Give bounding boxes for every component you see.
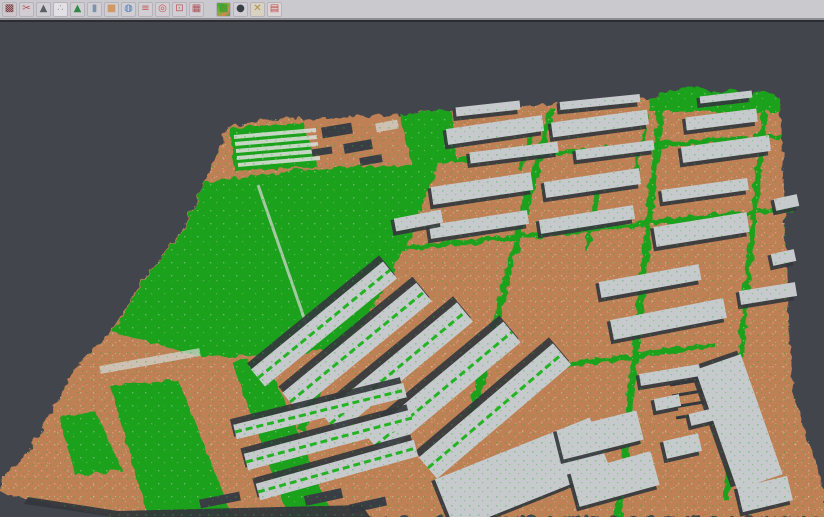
clip-volume-icon[interactable]: ▩ (2, 2, 17, 17)
3d-viewport[interactable] (0, 22, 824, 517)
cross-section-icon[interactable]: ✂ (19, 2, 34, 17)
dark-sphere-icon[interactable]: ● (233, 2, 248, 17)
terrain-model-icon[interactable]: ▲ (36, 2, 51, 17)
flag-report-icon[interactable]: ▤ (267, 2, 282, 17)
target-settings-icon[interactable]: ◎ (155, 2, 170, 17)
green-terrain-icon[interactable]: ▲ (70, 2, 85, 17)
classification-colormap-icon[interactable]: ▩ (216, 2, 231, 17)
ortho-image-icon[interactable]: ■ (104, 2, 119, 17)
layer-list-icon[interactable]: ≡ (138, 2, 153, 17)
classification-noise (0, 22, 824, 517)
globe-icon[interactable]: ◍ (121, 2, 136, 17)
selection-frame-icon[interactable]: ⊡ (172, 2, 187, 17)
point-cloud-scene (0, 22, 824, 517)
column-profile-icon[interactable]: ▮ (87, 2, 102, 17)
toolbar-separator (206, 2, 216, 17)
application-window: { "app": {"title": "point-cloud-viewer"}… (0, 0, 824, 517)
raster-grid-icon[interactable]: ▦ (189, 2, 204, 17)
toolbar: ▩✂▲∴▲▮■◍≡◎⊡▦▩●✕▤ (0, 0, 824, 20)
delete-cross-icon[interactable]: ✕ (250, 2, 265, 17)
point-picking-icon[interactable]: ∴ (53, 2, 68, 17)
